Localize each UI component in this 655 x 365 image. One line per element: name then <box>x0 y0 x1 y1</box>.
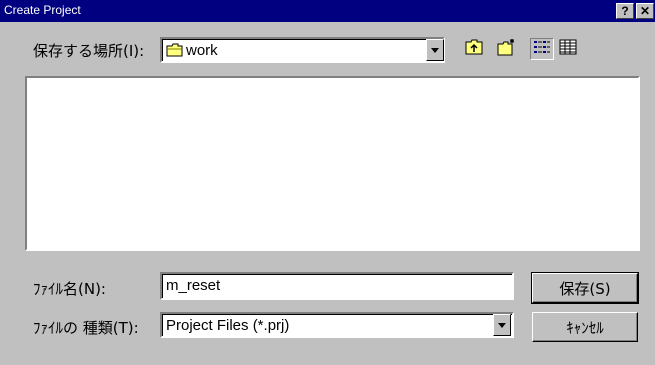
cancel-button[interactable]: ｷｬﾝｾﾙ <box>532 312 638 342</box>
filename-label: ﾌｧｲﾙ名(N): <box>33 280 106 298</box>
title-bar[interactable]: Create Project ? ✕ <box>0 0 655 22</box>
create-project-dialog: Create Project ? ✕ 保存する場所(I): work ﾌｧｲﾙ名… <box>0 0 655 365</box>
filename-value: m_reset <box>166 277 221 294</box>
details-view-button[interactable] <box>556 38 580 60</box>
list-view-button[interactable] <box>530 38 554 60</box>
filetype-label: ﾌｧｲﾙの 種類(T): <box>33 319 139 337</box>
help-button[interactable]: ? <box>616 3 634 19</box>
filename-input[interactable]: m_reset <box>160 272 514 300</box>
filetype-dropdown-button[interactable] <box>493 314 511 336</box>
details-view-icon <box>559 39 577 59</box>
filetype-combobox[interactable]: Project Files (*.prj) <box>160 312 514 338</box>
look-in-value: work <box>186 42 218 59</box>
window-title: Create Project <box>4 3 81 17</box>
folder-icon <box>166 43 184 61</box>
chevron-down-icon <box>498 322 506 328</box>
filetype-value: Project Files (*.prj) <box>166 317 290 334</box>
create-new-folder-button[interactable] <box>494 38 518 60</box>
look-in-combobox[interactable]: work <box>160 37 445 63</box>
look-in-dropdown-button[interactable] <box>426 39 444 61</box>
save-button[interactable]: 保存(S) <box>531 272 639 304</box>
close-button[interactable]: ✕ <box>636 3 654 19</box>
folder-up-icon <box>464 38 484 60</box>
up-one-level-button[interactable] <box>462 38 486 60</box>
chevron-down-icon <box>431 47 439 53</box>
list-view-icon <box>533 39 551 59</box>
look-in-label: 保存する場所(I): <box>33 42 145 60</box>
new-folder-icon <box>496 38 516 60</box>
file-list[interactable] <box>25 76 640 251</box>
